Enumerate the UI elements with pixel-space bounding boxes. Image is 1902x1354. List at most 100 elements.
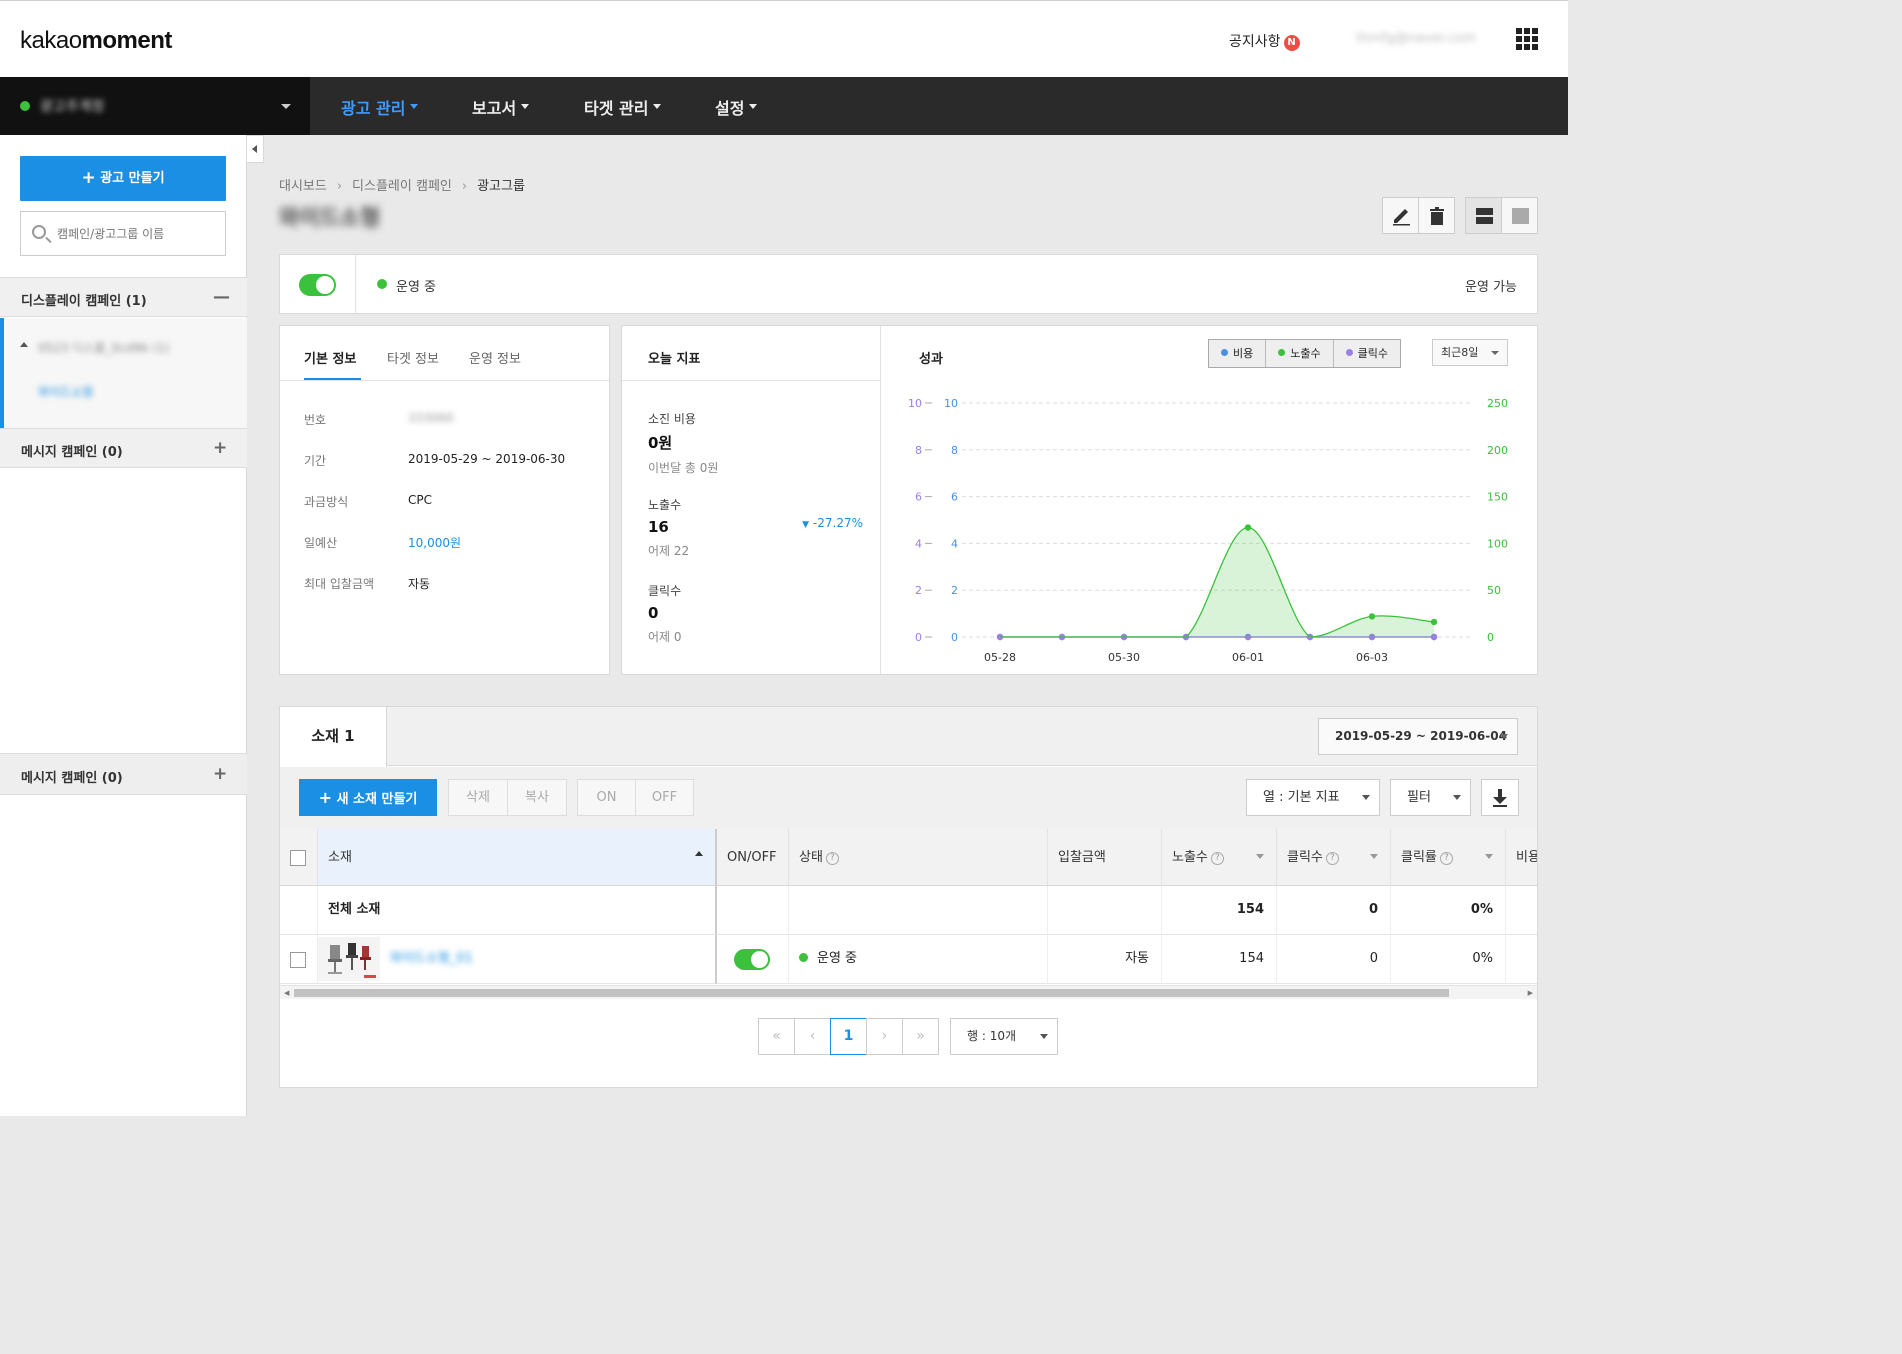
layout-single-view-button[interactable] (1501, 197, 1538, 234)
message-campaign-section-duplicate[interactable]: 메시지 캠페인 (0) + (0, 753, 247, 795)
apps-grid-icon[interactable] (1516, 28, 1538, 50)
col-impressions[interactable]: 노출수? (1162, 829, 1277, 886)
campaign-name-link[interactable]: 0523 디스플_0cd9b (1) (38, 339, 169, 356)
chevron-down-icon (1500, 734, 1508, 743)
tab-target-info[interactable]: 타겟 정보 (387, 348, 439, 367)
notice-link[interactable]: 공지사항 N (1229, 31, 1300, 51)
col-clicks[interactable]: 클릭수? (1277, 829, 1391, 886)
pencil-icon (1393, 209, 1410, 226)
column-select[interactable]: 열 : 기본 지표 (1246, 779, 1380, 816)
chart-range-select[interactable]: 최근8일 (1432, 339, 1508, 366)
tab-basic-info[interactable]: 기본 정보 (304, 348, 356, 367)
user-account-menu[interactable]: thmfg@naver.com (1356, 31, 1476, 46)
daily-budget-link[interactable]: 10,000원 (408, 534, 461, 551)
sort-dropdown-icon[interactable] (1485, 854, 1493, 863)
creative-onoff-toggle[interactable] (734, 949, 770, 970)
expand-plus-icon[interactable]: + (213, 438, 227, 458)
tab-creatives[interactable]: 소재 1 (280, 707, 387, 767)
rows-per-page-select[interactable]: 행 : 10개 (950, 1018, 1058, 1055)
edit-button[interactable] (1382, 197, 1419, 234)
col-cost[interactable]: 비용 (1506, 829, 1537, 886)
y-tick-left-outer: 10 (908, 397, 922, 410)
sidebar: + 광고 만들기 디스플레이 캠페인 (1) — 0523 디스플_0cd9b … (0, 135, 247, 1116)
divider (280, 380, 609, 381)
sidebar-collapse-button[interactable] (247, 135, 264, 163)
col-label: 비용 (1516, 850, 1537, 865)
creative-thumbnail[interactable] (318, 937, 380, 981)
expand-plus-icon[interactable]: + (213, 764, 227, 784)
sort-dropdown-icon[interactable] (1256, 854, 1264, 863)
y-tick-left-outer: 4 (915, 537, 922, 550)
rows-per-page-label: 행 : 10개 (967, 1029, 1017, 1043)
breadcrumb-display-campaign[interactable]: 디스플레이 캠페인 (352, 179, 452, 194)
breadcrumb-dashboard[interactable]: 대시보드 (279, 179, 327, 194)
new-creative-button[interactable]: + 새 소재 만들기 (299, 779, 437, 816)
help-icon[interactable]: ? (1210, 852, 1224, 865)
help-icon[interactable]: ? (1325, 852, 1339, 865)
select-all-cell (280, 829, 318, 886)
tab-operation-info[interactable]: 운영 정보 (469, 348, 521, 367)
kakaomoment-logo[interactable]: kakaomoment (20, 27, 172, 55)
download-button[interactable] (1481, 779, 1519, 816)
menu-ad-management[interactable]: 광고 관리 (341, 95, 419, 119)
y-tick-left-inner: 8 (951, 444, 958, 457)
legend-clicks[interactable]: 클릭수 (1334, 340, 1400, 367)
horizontal-scrollbar[interactable]: ◀ ▶ (280, 985, 1537, 999)
chevron-down-icon (1491, 351, 1499, 359)
adgroup-onoff-toggle[interactable] (299, 274, 336, 296)
help-icon[interactable]: ? (825, 852, 839, 865)
performance-title: 성과 (919, 352, 943, 367)
col-label: 입찰금액 (1058, 850, 1106, 865)
scroll-right-icon[interactable]: ▶ (1528, 989, 1533, 997)
campaign-search-box[interactable] (20, 211, 226, 256)
off-button[interactable]: OFF (635, 779, 694, 816)
legend-cost[interactable]: 비용 (1209, 340, 1267, 367)
select-all-checkbox[interactable] (290, 850, 306, 866)
info-key: 과금방식 (304, 495, 349, 509)
collapse-minus-icon[interactable]: — (213, 287, 230, 307)
series-area-노출수 (1000, 527, 1434, 637)
prev-page-button[interactable]: ‹ (794, 1018, 831, 1055)
creative-name-link[interactable]: 와이드소형_01 (390, 935, 473, 983)
row-checkbox[interactable] (290, 952, 306, 968)
campaign-search-input[interactable] (57, 222, 217, 246)
row-clicks: 0 (1277, 935, 1391, 984)
delete-button[interactable] (1418, 197, 1455, 234)
first-page-button[interactable]: « (758, 1018, 795, 1055)
sort-dropdown-icon[interactable] (1370, 854, 1378, 863)
help-icon[interactable]: ? (1439, 852, 1453, 865)
col-status: 상태? (789, 829, 1048, 886)
copy-creative-button[interactable]: 복사 (507, 779, 567, 816)
y-tick-right: 200 (1487, 444, 1508, 457)
scrollbar-thumb[interactable] (294, 989, 1449, 997)
scroll-left-icon[interactable]: ◀ (284, 989, 289, 997)
row-creative-cell: 와이드소형_01 (318, 935, 717, 984)
on-button[interactable]: ON (577, 779, 636, 816)
col-label: 상태 (799, 850, 823, 865)
adgroup-name-link[interactable]: 와이드소형 (38, 383, 93, 400)
menu-settings[interactable]: 설정 (715, 95, 758, 119)
legend-dot (1345, 349, 1353, 356)
account-selector[interactable]: 광고주계정 (0, 77, 310, 135)
legend-impressions[interactable]: 노출수 (1266, 340, 1334, 367)
delete-creative-button[interactable]: 삭제 (448, 779, 508, 816)
col-ctr[interactable]: 클릭률? (1391, 829, 1506, 886)
menu-target-management[interactable]: 타겟 관리 (584, 95, 662, 119)
next-page-button[interactable]: › (866, 1018, 903, 1055)
row-select-cell (280, 935, 318, 984)
chevron-down-icon (1362, 795, 1370, 804)
layout-split-view-button[interactable] (1465, 197, 1502, 234)
display-campaign-section[interactable]: 디스플레이 캠페인 (1) — (0, 277, 247, 317)
page-1-button[interactable]: 1 (830, 1018, 867, 1055)
row-ctr: 0% (1391, 935, 1506, 984)
tree-expand-icon[interactable] (20, 342, 28, 347)
date-range-select[interactable]: 2019-05-29 ~ 2019-06-04 (1318, 718, 1518, 755)
col-creative[interactable]: 소재 (318, 829, 717, 886)
message-campaign-section[interactable]: 메시지 캠페인 (0) + (0, 428, 247, 468)
creatives-toolbar: + 새 소재 만들기 삭제 복사 ON OFF 열 : 기본 지표 필터 (280, 767, 1537, 829)
last-page-button[interactable]: » (902, 1018, 939, 1055)
create-ad-button[interactable]: + 광고 만들기 (20, 156, 226, 201)
change-value: -27.27% (812, 516, 863, 530)
filter-select[interactable]: 필터 (1390, 779, 1471, 816)
menu-reports[interactable]: 보고서 (472, 95, 530, 119)
